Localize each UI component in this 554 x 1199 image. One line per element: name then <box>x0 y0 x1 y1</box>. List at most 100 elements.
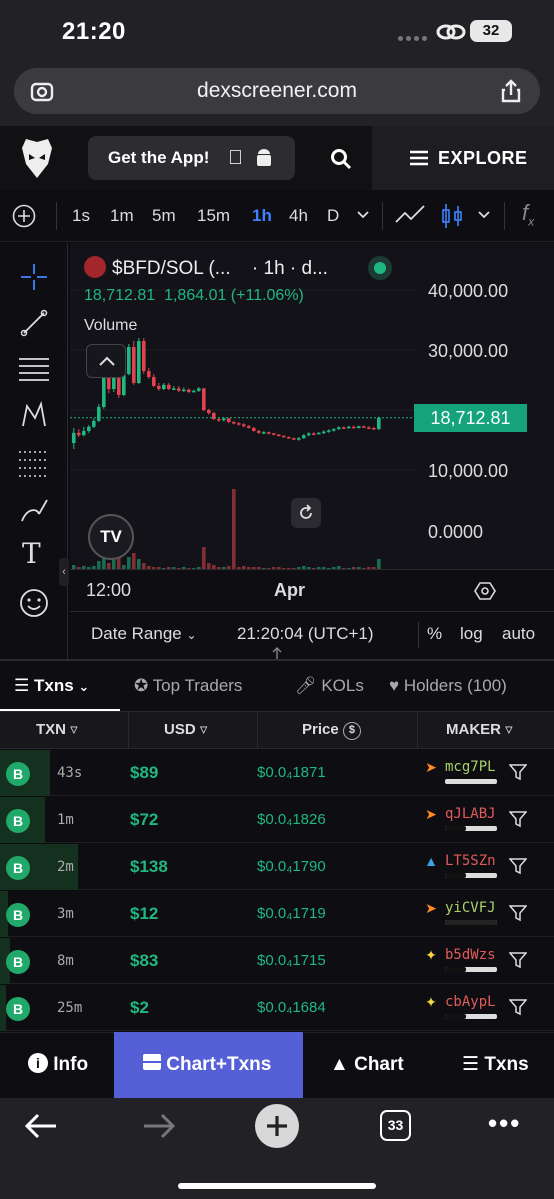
timeframe-1h[interactable]: 1h <box>252 190 272 242</box>
filter-icon[interactable] <box>509 763 527 781</box>
tabs-button[interactable]: 33 <box>380 1110 411 1141</box>
url-text: dexscreener.com <box>197 79 357 102</box>
table-row[interactable]: B 1m $72 $0.0₄1826 ➤ qJLABJ <box>0 797 554 843</box>
timeframe-1m[interactable]: 1m <box>110 190 134 242</box>
collapse-toolbar-button[interactable]: ‹ <box>59 558 69 586</box>
timeframe-4h[interactable]: 4h <box>289 190 308 242</box>
forward-arrow-icon[interactable] <box>142 1112 176 1140</box>
timeframe-5m[interactable]: 5m <box>152 190 176 242</box>
tab-top-traders[interactable]: ✪ Top Traders <box>134 661 242 711</box>
tab-holders[interactable]: ♥ Holders (100) <box>389 661 554 711</box>
add-indicator-icon[interactable] <box>12 204 36 228</box>
col-header-maker[interactable]: MAKER ▿ <box>446 711 513 749</box>
search-icon[interactable] <box>330 148 352 170</box>
back-arrow-icon[interactable] <box>24 1112 58 1140</box>
collapse-legend-button[interactable] <box>86 344 126 378</box>
tab-txns[interactable]: ☰ Txns ⌄ <box>0 661 120 711</box>
maker-balance-bar <box>445 920 497 925</box>
buy-badge: B <box>6 997 30 1021</box>
timeframe-15m[interactable]: 15m <box>197 190 230 242</box>
horizontal-lines-icon[interactable] <box>17 354 51 384</box>
timeframe-1s[interactable]: 1s <box>72 190 90 242</box>
timeframe-d[interactable]: D <box>327 190 339 242</box>
chart-type-chevron-icon[interactable] <box>477 210 491 220</box>
filter-icon[interactable] <box>509 904 527 922</box>
maker-address[interactable]: b5dWzs <box>445 947 496 963</box>
pattern-tool-icon[interactable] <box>19 400 49 430</box>
tab-kols[interactable]: 🎤︎ KOLs <box>295 661 364 711</box>
heart-icon: ♥ <box>389 676 400 695</box>
nav-chart-txns[interactable]: Chart+Txns <box>143 1032 271 1098</box>
col-header-price[interactable]: Price $ <box>302 711 361 749</box>
candle <box>127 347 131 374</box>
tradingview-logo[interactable]: TV <box>88 514 134 560</box>
filter-icon[interactable] <box>509 951 527 969</box>
candle <box>267 432 271 434</box>
table-row[interactable]: B 25m $2 $0.0₄1684 ✦ cbAypL <box>0 985 554 1031</box>
line-chart-type-icon[interactable] <box>394 204 426 226</box>
trend-line-icon[interactable] <box>19 308 49 338</box>
filter-icon[interactable] <box>509 998 527 1016</box>
maker-address[interactable]: yiCVFJ <box>445 900 496 916</box>
y-tick: 30,000.00 <box>428 341 509 361</box>
page-settings-icon[interactable] <box>30 80 54 102</box>
candle <box>327 430 331 432</box>
table-row[interactable]: B 2m $138 $0.0₄1790 ▲ LT5SZn <box>0 844 554 890</box>
maker-address[interactable]: mcg7PL <box>445 759 496 775</box>
emoji-icon[interactable] <box>19 588 49 618</box>
candle <box>162 384 166 389</box>
explore-button[interactable]: EXPLORE <box>372 126 554 190</box>
candle <box>257 431 261 433</box>
chart-settings-icon[interactable] <box>474 580 496 602</box>
candle <box>372 428 376 430</box>
candle <box>252 428 256 431</box>
col-txn-label: TXN <box>36 721 66 738</box>
brush-icon[interactable] <box>19 496 51 524</box>
table-row[interactable]: B 3m $12 $0.0₄1719 ➤ yiCVFJ <box>0 891 554 937</box>
maker-address[interactable]: qJLABJ <box>445 806 496 822</box>
candle <box>82 431 86 436</box>
candle <box>347 426 351 429</box>
date-range-button[interactable]: Date Range ⌄ <box>91 624 197 644</box>
chevron-down-icon[interactable] <box>356 210 370 220</box>
auto-scale-toggle[interactable]: auto <box>502 624 535 644</box>
nav-txns[interactable]: ☰ Txns <box>462 1032 529 1098</box>
col-header-txn[interactable]: TXN ▿ <box>36 711 78 749</box>
table-row[interactable]: B 43s $89 $0.0₄1871 ➤ mcg7PL <box>0 750 554 796</box>
tab-txns-label: Txns <box>33 676 74 695</box>
filter-icon: ▿ <box>505 721 513 738</box>
fibonacci-tool-icon[interactable] <box>17 448 51 478</box>
col-header-usd[interactable]: USD ▿ <box>164 711 207 749</box>
percent-scale-toggle[interactable]: % <box>427 624 442 644</box>
log-scale-toggle[interactable]: log <box>460 624 483 644</box>
buy-badge: B <box>6 809 30 833</box>
candle <box>142 341 146 371</box>
crosshair-icon[interactable] <box>19 262 49 292</box>
candlestick-type-icon[interactable] <box>440 202 464 230</box>
chart-legend: $BFD/SOL (... · 1h · d... <box>84 256 328 280</box>
get-app-button[interactable]: Get the App!  <box>88 136 295 180</box>
reset-chart-button[interactable] <box>291 498 321 528</box>
new-tab-button[interactable] <box>255 1104 299 1148</box>
maker-address[interactable]: LT5SZn <box>445 853 496 869</box>
tab-top-traders-label: Top Traders <box>152 676 243 695</box>
indicators-fx-icon[interactable]: fx <box>522 200 534 228</box>
microphone-icon: 🎤︎ <box>295 676 317 695</box>
url-bar[interactable]: dexscreener.com <box>14 68 540 114</box>
maker-address[interactable]: cbAypL <box>445 994 496 1010</box>
nav-chart[interactable]: ▲ Chart <box>330 1032 404 1098</box>
txn-usd: $12 <box>130 904 159 923</box>
volume-bar <box>202 547 206 569</box>
table-row[interactable]: B 8m $83 $0.0₄1715 ✦ b5dWzs <box>0 938 554 984</box>
nav-info[interactable]: i Info <box>28 1032 88 1098</box>
candle <box>337 427 341 430</box>
candle <box>317 432 321 435</box>
dexscreener-logo-icon[interactable] <box>18 138 56 180</box>
share-icon[interactable] <box>500 78 522 104</box>
candle <box>227 418 231 422</box>
text-tool-icon[interactable]: T <box>22 537 41 570</box>
more-icon[interactable]: ••• <box>488 1108 521 1139</box>
txn-age: 3m <box>57 906 74 922</box>
filter-icon[interactable] <box>509 810 527 828</box>
filter-icon[interactable] <box>509 857 527 875</box>
